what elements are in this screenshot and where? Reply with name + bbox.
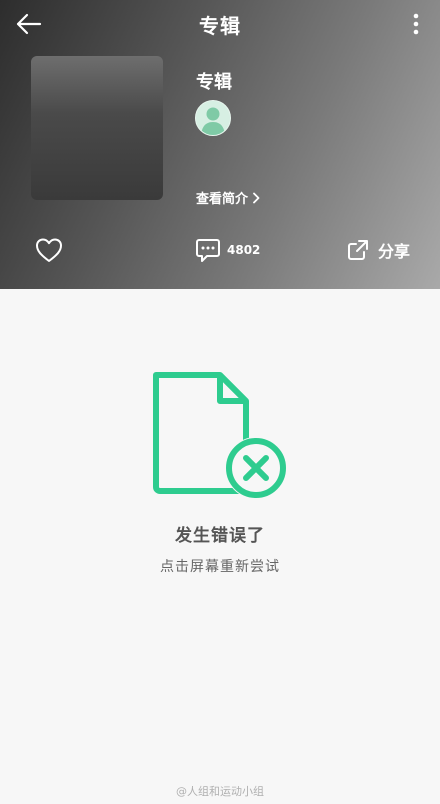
chevron-right-icon — [252, 192, 260, 204]
share-button[interactable]: 分享 — [346, 236, 410, 264]
album-page: 专辑 专辑 查看简介 4802 分享 发生错误了 点击屏幕重新尝试 @人组和运动… — [0, 0, 440, 804]
share-icon — [348, 240, 368, 260]
more-button[interactable] — [402, 8, 430, 40]
page-title: 专辑 — [199, 14, 241, 38]
heart-icon — [36, 238, 62, 262]
error-title: 发生错误了 — [175, 526, 265, 546]
comment-button[interactable]: 4802 — [195, 236, 260, 264]
comment-icon — [196, 239, 220, 262]
view-intro-label: 查看简介 — [196, 192, 249, 207]
error-retry-hint: 点击屏幕重新尝试 — [160, 559, 280, 575]
action-row: 4802 分享 — [0, 230, 440, 270]
top-bar: 专辑 — [0, 0, 440, 48]
view-intro-link[interactable]: 查看简介 — [196, 188, 260, 207]
album-cover — [31, 56, 163, 200]
album-name: 专辑 — [196, 72, 232, 93]
user-avatar-icon — [196, 101, 230, 135]
share-label: 分享 — [378, 242, 411, 261]
error-retry-area[interactable]: 发生错误了 点击屏幕重新尝试 @人组和运动小组 — [0, 289, 440, 804]
file-error-icon — [150, 369, 290, 499]
more-vertical-icon — [413, 13, 419, 35]
like-button[interactable] — [34, 236, 64, 264]
avatar[interactable] — [195, 100, 231, 136]
comment-count: 4802 — [227, 243, 261, 257]
album-header: 专辑 专辑 查看简介 4802 分享 — [0, 0, 440, 289]
watermark: @人组和运动小组 — [176, 785, 264, 798]
